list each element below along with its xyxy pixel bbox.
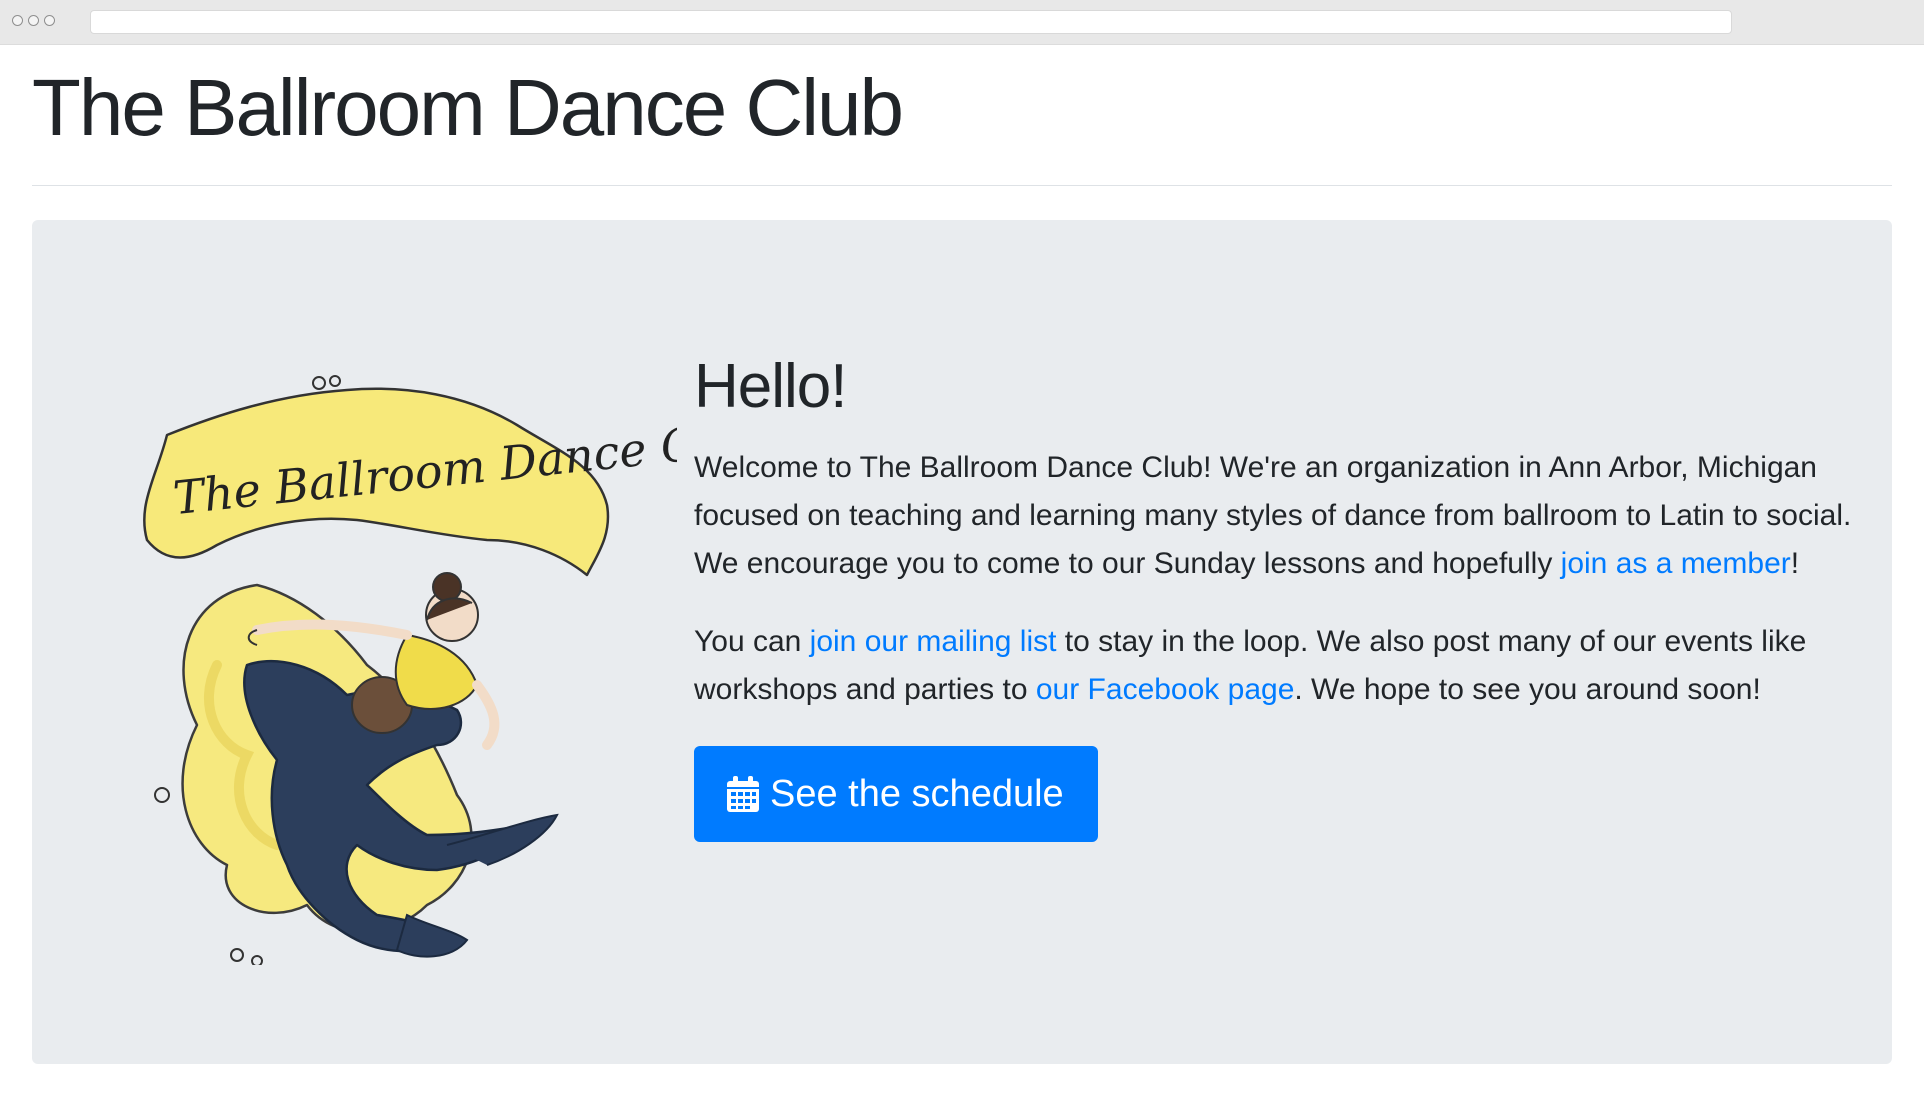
zoom-dot-icon[interactable] xyxy=(44,15,55,26)
join-member-link[interactable]: join as a member xyxy=(1561,547,1791,580)
browser-chrome xyxy=(0,0,1924,45)
window-controls xyxy=(12,15,55,26)
mailing-paragraph: You can join our mailing list to stay in… xyxy=(694,618,1854,714)
intro-text-end: ! xyxy=(1790,547,1800,581)
mailing-list-link[interactable]: join our mailing list xyxy=(810,625,1057,658)
dance-club-logo-icon: The Ballroom Dance Club xyxy=(143,375,677,965)
hero-heading: Hello! xyxy=(694,352,848,421)
hero-content: Hello! Welcome to The Ballroom Dance Clu… xyxy=(694,350,1854,843)
see-schedule-label: See the schedule xyxy=(770,772,1064,815)
intro-paragraph: Welcome to The Ballroom Dance Club! We'r… xyxy=(694,444,1854,588)
minimize-dot-icon[interactable] xyxy=(28,15,39,26)
see-schedule-button[interactable]: See the schedule xyxy=(694,746,1098,843)
mailing-text-1: You can xyxy=(694,625,810,659)
header-divider xyxy=(32,185,1892,186)
close-dot-icon[interactable] xyxy=(12,15,23,26)
jumbotron: The Ballroom Dance Club Hello! Welcome t… xyxy=(32,220,1892,1064)
mailing-text-3: . We hope to see you around soon! xyxy=(1294,673,1761,707)
page-title: The Ballroom Dance Club xyxy=(32,63,904,152)
calendar-icon xyxy=(727,776,759,813)
facebook-page-link[interactable]: our Facebook page xyxy=(1036,673,1295,706)
address-bar[interactable] xyxy=(90,10,1732,34)
